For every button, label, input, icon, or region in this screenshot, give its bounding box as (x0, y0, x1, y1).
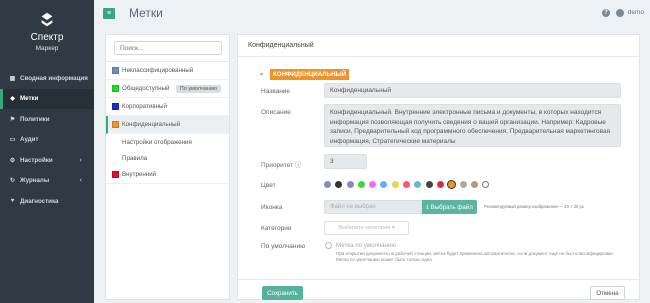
categories-label: Категории (261, 225, 292, 232)
category-color-swatch (112, 67, 119, 74)
brand-title: Спектр (30, 32, 64, 43)
category-sub-item[interactable]: Настройки отображения (106, 134, 229, 150)
sidebar-item-5[interactable]: ↻ Журналы ‹ (0, 171, 94, 192)
color-swatch[interactable] (436, 181, 444, 188)
color-swatch[interactable] (346, 181, 354, 188)
default-radio[interactable] (325, 242, 332, 249)
color-swatch[interactable] (369, 181, 377, 188)
default-label: По умолчанию (261, 243, 305, 250)
gear-icon: ⚙ (9, 157, 16, 164)
sidebar-item-label: Аудит (20, 136, 39, 144)
spectr-logo-icon (41, 12, 53, 27)
name-label: Название (261, 88, 291, 95)
file-hint: Рекомендуемый размер изображения — 20 × … (484, 204, 584, 209)
tag-icon: ◆ (10, 96, 15, 103)
info-icon: ⓘ (294, 162, 302, 169)
priority-label: Приоритет ⓘ (261, 162, 302, 169)
chevron-left-icon: ‹ (79, 177, 82, 185)
chevron-down-icon[interactable]: ▾ (260, 71, 263, 78)
priority-field[interactable]: 3 (324, 154, 367, 169)
categories-select[interactable]: Выберите категории ▾ (324, 221, 409, 235)
category-item[interactable]: Конфиденциальный (106, 116, 229, 134)
category-color-swatch (112, 85, 119, 92)
choose-file-button[interactable]: ⤓ Выбрать файл (422, 200, 477, 214)
color-swatch[interactable] (470, 181, 478, 188)
sidebar-item-label: Настройки (20, 156, 53, 164)
detail-header: Конфиденциальный (238, 35, 639, 57)
user-icon[interactable] (616, 9, 624, 17)
description-label: Описание (261, 109, 291, 116)
icon-label: Иконка (261, 204, 283, 211)
default-help-line: Метка по умолчанию может быть только одн… (336, 257, 432, 262)
page-title: Метки (129, 6, 163, 20)
sidebar-item-label: Политики (20, 115, 50, 123)
category-color-swatch (112, 121, 119, 128)
sidebar-item-label: Сводная информация (20, 74, 88, 82)
hamburger-icon[interactable]: ≡ (103, 8, 115, 19)
category-item[interactable]: Внутренний (106, 166, 229, 184)
chevron-left-icon: ‹ (79, 156, 82, 164)
category-label: Неклассифицированный (122, 67, 194, 74)
color-swatch[interactable] (357, 181, 365, 188)
policy-icon: ⚑ (9, 116, 16, 123)
category-sub-item[interactable]: Правила (106, 150, 229, 166)
divider (238, 279, 639, 280)
color-swatch[interactable] (403, 181, 411, 188)
category-color-swatch (112, 171, 119, 178)
top-bar: ≡ Метки ? demo (94, 0, 650, 28)
sidebar-item-6[interactable]: ♥ Диагностика (0, 191, 94, 212)
save-button[interactable]: Сохранить (262, 286, 303, 300)
user-name[interactable]: demo (628, 9, 644, 16)
sidebar-item-1[interactable]: ◆ Метки (0, 88, 94, 109)
journal-icon: ↻ (9, 178, 16, 185)
description-field[interactable]: Конфиденциальный. Внутренние электронные… (324, 104, 621, 147)
sidebar-nav: ▦ Сводная информация ◆ Метки ⚑ Политики ▭ Аудит… (0, 68, 94, 212)
dashboard-icon: ▦ (9, 75, 16, 82)
color-swatch[interactable] (380, 181, 388, 188)
search-input[interactable] (114, 41, 222, 55)
color-swatch[interactable] (425, 181, 433, 188)
sidebar-item-4[interactable]: ⚙ Настройки ‹ (0, 150, 94, 171)
cancel-button[interactable]: Отмена (590, 286, 625, 300)
sidebar-item-3[interactable]: ▭ Аудит (0, 130, 94, 151)
brand-subtitle: Маркер (35, 45, 59, 52)
color-swatch[interactable] (448, 181, 456, 188)
category-label: Внутренний (122, 171, 157, 178)
color-swatch[interactable] (391, 181, 399, 188)
sidebar-item-0[interactable]: ▦ Сводная информация (0, 68, 94, 89)
category-label: Конфиденциальный (122, 121, 181, 128)
default-help-text: При открытии документа на рабочей станци… (336, 251, 626, 263)
category-list: Неклассифицированный Общедоступный По умол… (106, 61, 229, 184)
sidebar-item-label: Диагностика (20, 197, 59, 205)
category-item[interactable]: Неклассифицированный (106, 62, 229, 80)
category-label: Корпоративный (122, 103, 167, 110)
help-icon[interactable]: ? (602, 9, 610, 17)
name-field[interactable]: Конфиденциальный (324, 83, 621, 98)
color-swatch[interactable] (324, 181, 331, 188)
category-item[interactable]: Общедоступный По умолчанию (106, 80, 229, 98)
sidebar-item-label: Метки (20, 95, 39, 103)
brand: Спектр Маркер (0, 0, 94, 64)
diagnostics-icon: ♥ (10, 198, 15, 205)
tag-preview: КОНФИДЕНЦИАЛЬНЫЙ (270, 69, 350, 80)
category-panel: Неклассифицированный Общедоступный По умол… (105, 34, 230, 300)
color-label: Цвет (261, 182, 276, 189)
color-swatch[interactable] (482, 181, 490, 188)
sidebar-item-label: Журналы (20, 177, 50, 185)
category-item[interactable]: Корпоративный (106, 98, 229, 116)
detail-panel: Конфиденциальный ▾ КОНФИДЕНЦИАЛЬНЫЙ Назв… (237, 34, 640, 300)
category-label: Общедоступный (122, 85, 170, 92)
color-swatches (324, 181, 493, 188)
audit-icon: ▭ (9, 137, 16, 144)
default-radio-label[interactable]: Метка по умолчанию (336, 242, 396, 249)
color-swatch[interactable] (459, 181, 467, 188)
sidebar: Спектр Маркер ▦ Сводная информация ◆ Метки ⚑… (0, 0, 94, 303)
default-badge: По умолчанию (175, 84, 221, 93)
category-color-swatch (112, 103, 119, 110)
color-swatch[interactable] (335, 181, 343, 188)
file-input[interactable]: Файл не выбран (324, 200, 422, 214)
sidebar-item-2[interactable]: ⚑ Политики (0, 109, 94, 130)
color-swatch[interactable] (414, 181, 422, 188)
